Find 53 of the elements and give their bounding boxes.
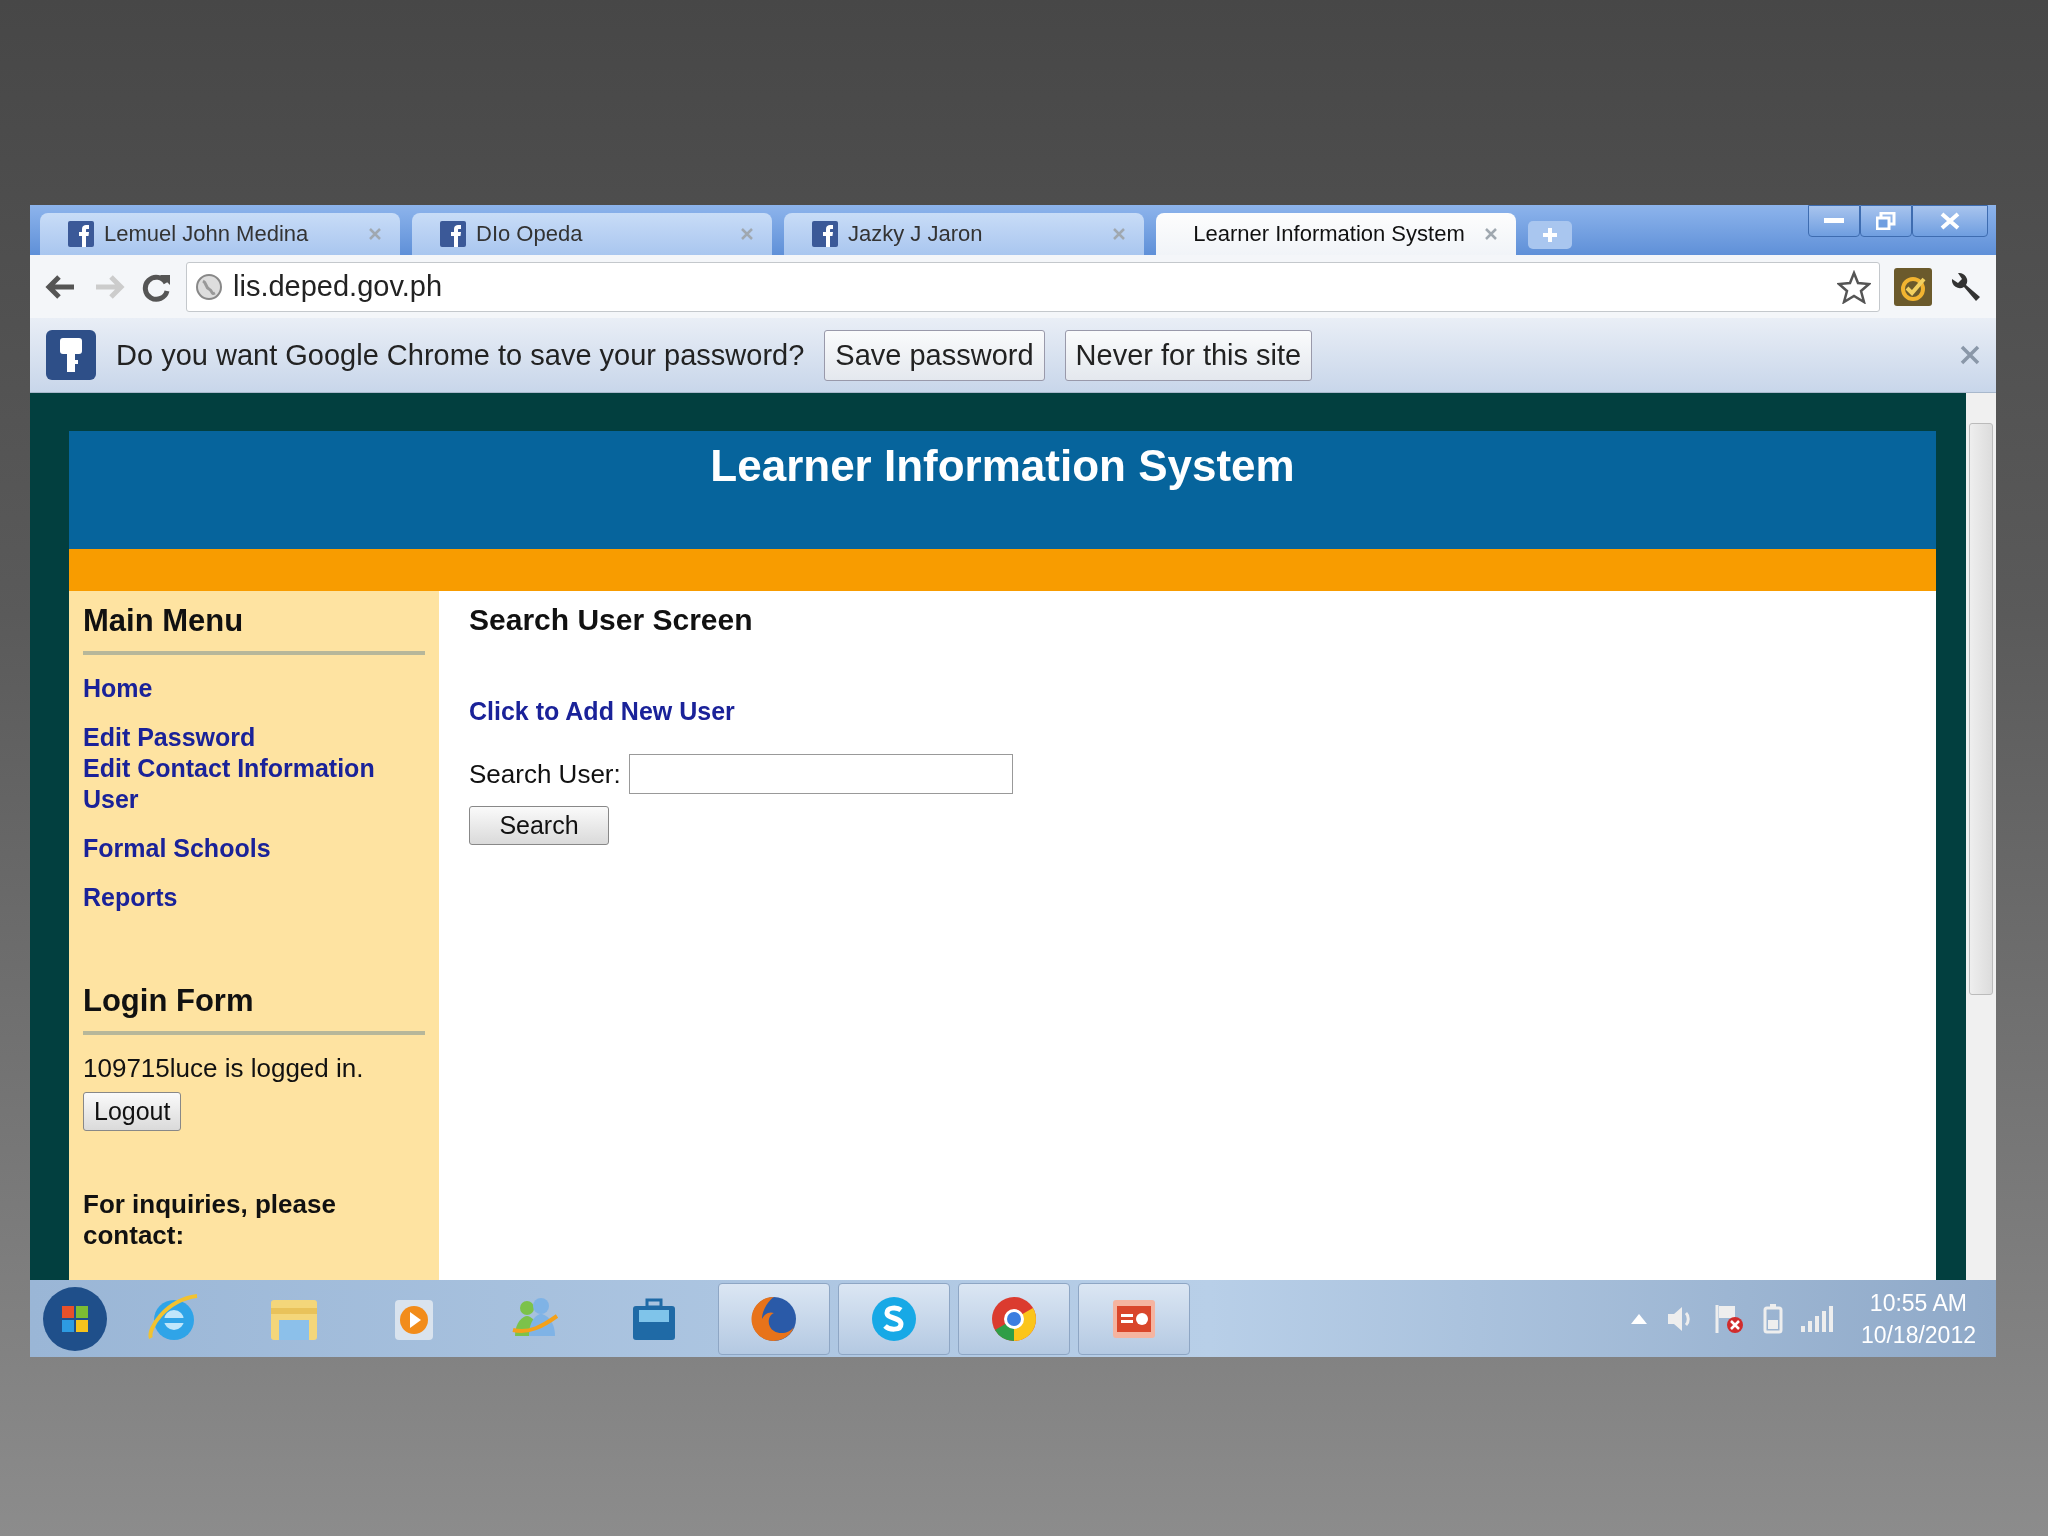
search-field[interactable]: [628, 754, 1013, 794]
add-user-link[interactable]: Click to Add New User: [469, 697, 735, 726]
minimize-icon: [1824, 218, 1844, 224]
logout-button[interactable]: Logout: [83, 1092, 182, 1131]
taskbar-button[interactable]: [718, 1282, 830, 1355]
menu-link[interactable]: Home: [83, 673, 425, 704]
caret-icon[interactable]: [1630, 1313, 1647, 1324]
sidebar-heading: Main Menu: [83, 603, 425, 655]
plus-icon: [1542, 227, 1558, 243]
close-icon[interactable]: [1112, 227, 1126, 241]
star-icon[interactable]: [1837, 269, 1871, 304]
minimize-button[interactable]: [1808, 205, 1860, 237]
close-icon: [1940, 212, 1960, 230]
field-label: Search User:: [469, 758, 621, 790]
close-icon[interactable]: [368, 227, 382, 241]
menu-link[interactable]: Edit Password: [83, 722, 425, 753]
infobar-button[interactable]: Never for this site: [1064, 329, 1313, 381]
new-tab-button[interactable]: [1528, 221, 1572, 249]
facebook-icon: [440, 221, 466, 247]
browser-tab[interactable]: Lemuel John Medina: [40, 213, 400, 255]
extension-icon[interactable]: [1894, 267, 1932, 306]
menu-link[interactable]: Edit Contact Information User: [83, 753, 425, 815]
site-header: Learner Information System: [69, 431, 1936, 549]
restore-button[interactable]: [1860, 205, 1912, 237]
scrollbar[interactable]: [1966, 393, 1996, 1280]
taskbar-button[interactable]: [838, 1282, 950, 1355]
browser-tab[interactable]: Learner Information System: [1156, 213, 1516, 255]
login-status: 109715luce is logged in.: [83, 1053, 365, 1084]
key-icon: [46, 330, 96, 380]
menu-link[interactable]: Reports: [83, 882, 425, 913]
browser-tab[interactable]: DIo Opeda: [412, 213, 772, 255]
sidebar-heading: Login Form: [83, 983, 425, 1035]
close-icon[interactable]: [740, 227, 754, 241]
scroll-thumb[interactable]: [1969, 423, 1993, 995]
infobar-button[interactable]: Save password: [824, 329, 1045, 381]
restore-icon: [1876, 212, 1896, 230]
close-button[interactable]: [1912, 205, 1988, 237]
close-icon[interactable]: [1960, 345, 1980, 365]
close-icon[interactable]: [1484, 227, 1498, 241]
screen-heading: Search User Screen: [469, 603, 754, 637]
inquiries-text: For inquiries, please contact:: [83, 1189, 337, 1251]
facebook-icon: [812, 221, 838, 247]
infobar-message: Do you want Google Chrome to save your password?: [116, 338, 805, 372]
menu-link[interactable]: Formal Schools: [83, 833, 425, 864]
taskbar-button[interactable]: [1078, 1282, 1190, 1355]
globe-icon: [195, 272, 223, 301]
signal-icon[interactable]: [1800, 1305, 1833, 1332]
battery-icon[interactable]: [1762, 1303, 1783, 1334]
address-bar[interactable]: lis.deped.gov.ph: [186, 261, 1880, 312]
facebook-icon: [68, 221, 94, 247]
browser-tab[interactable]: Jazky J Jaron: [784, 213, 1144, 255]
search-button[interactable]: Search: [469, 806, 609, 845]
taskbar-button[interactable]: [958, 1282, 1070, 1355]
